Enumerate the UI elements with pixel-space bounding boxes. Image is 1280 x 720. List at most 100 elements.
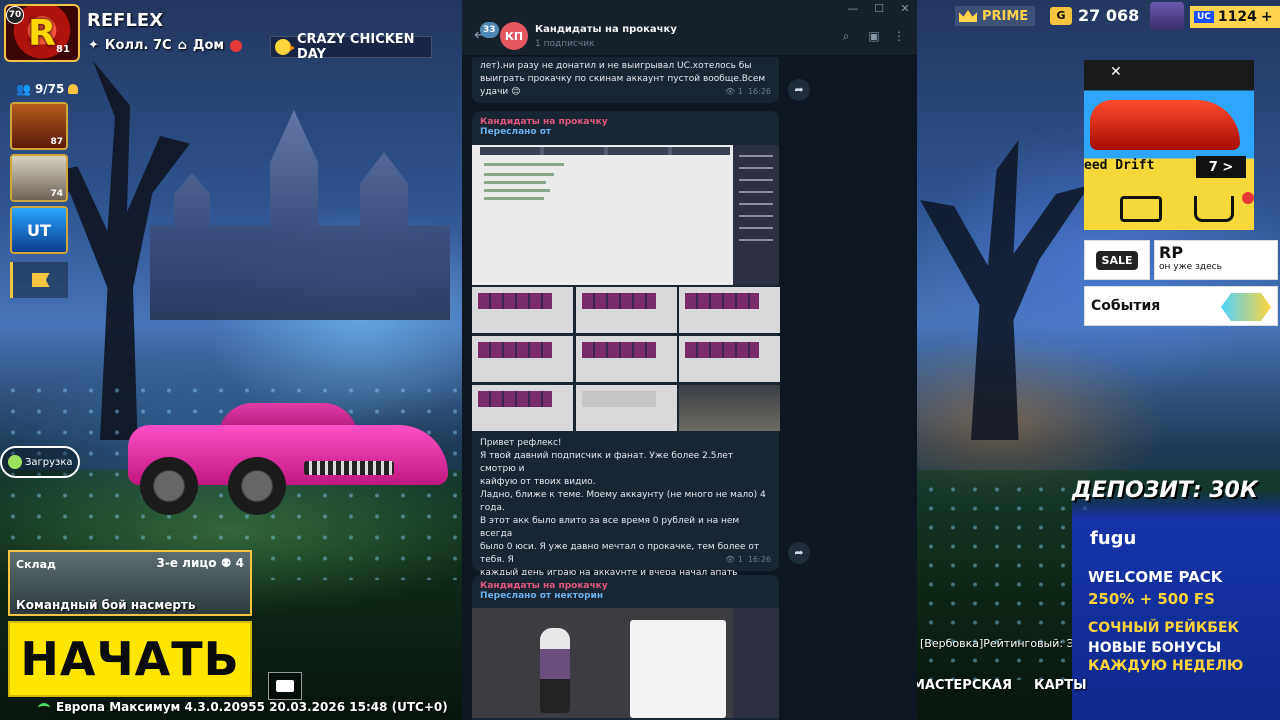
screenshot-sidebar [733,145,779,285]
minimize-icon[interactable]: — [846,2,860,16]
inventory-screenshot-6[interactable] [679,336,780,382]
avatar-letter: R [28,12,56,54]
start-button[interactable]: НАЧАТЬ [8,621,252,697]
events-tile[interactable]: События [1084,286,1278,326]
rp-subtitle: он уже здесь [1159,262,1222,272]
uc-currency[interactable]: UC 1124 + [1190,6,1280,28]
perspective-text: 3-е лицо [156,556,217,570]
close-window-icon[interactable]: ✕ [898,2,912,16]
avatar-rank: 81 [56,44,70,55]
uc-icon: UC [1194,11,1214,23]
attached-screenshot-main[interactable] [472,145,779,285]
add-uc-icon[interactable]: + [1261,9,1273,25]
ad-line-3: СОЧНЫЙ РЕЙКБЕК [1088,620,1239,636]
close-icon[interactable]: ✕ [1110,64,1122,80]
home-label[interactable]: Дом [193,38,224,53]
inventory-screenshot-3[interactable] [679,287,780,333]
attached-screenshot-profile[interactable] [472,608,779,718]
pink-sports-car[interactable] [128,395,448,515]
prime-label: PRIME [982,8,1029,24]
message-feed[interactable]: лет).ни разу не донатил и не выигрывал U… [462,57,917,720]
friends-counter[interactable]: 👥 9/75 [16,82,79,96]
sale-tile[interactable]: SALE [1084,240,1150,280]
red-car-image [1090,100,1240,150]
inventory-screenshot-7[interactable] [472,385,573,431]
friend-thumb-1-level: 87 [50,137,63,147]
rp-tile[interactable]: RP он уже здесь [1154,240,1278,280]
inventory-screenshot-2[interactable] [576,287,677,333]
inventory-screenshot-8[interactable] [576,385,677,431]
shop-cart-icon[interactable] [1194,196,1234,222]
friend-thumb-2-level: 74 [50,189,63,199]
message-3-author[interactable]: Кандидаты на прокачку [472,575,779,591]
message-3-forwarded[interactable]: Переслано от некторин [472,591,779,605]
player-name[interactable]: REFLEX [87,10,163,31]
ad-deposit: ДЕПОЗИТ: 30К [1072,478,1258,503]
attached-screenshot-grid [472,287,780,433]
friends-icon: 👥 [16,82,31,96]
folder-button[interactable] [268,672,302,700]
nav-maps[interactable]: КАРТЫ [1034,678,1087,693]
friend-thumb-1[interactable]: 87 [10,102,68,150]
gold-currency[interactable]: G 27 068 [1050,6,1139,25]
squad-size: 4 [235,556,244,570]
wifi-icon [38,703,50,713]
friend-thumb-2[interactable]: 74 [10,154,68,202]
promo-speed-drift[interactable]: ✕ eed Drift 7 > [1084,60,1254,230]
rp-title: RP [1159,243,1184,262]
character-model [540,628,570,713]
friend-thumb-3[interactable]: UT [10,206,68,254]
flag-button[interactable] [10,262,68,298]
screenshot-settings-panel [630,620,726,718]
channel-avatar[interactable]: КП [500,22,528,50]
level-badge: 70 [6,6,24,24]
more-icon[interactable]: ⋮ [892,29,906,43]
screen: R 70 81 REFLEX ✦ Колл. 7С ⌂ Дом CRAZY CH… [0,0,1280,720]
server-status-line: Европа Максимум 4.3.0.20955 20.03.2026 1… [56,700,448,714]
maximize-icon[interactable]: ☐ [872,2,886,16]
screenshot-line [484,181,546,184]
message-3[interactable]: Кандидаты на прокачку Переслано от некто… [472,575,779,720]
crate-icon[interactable] [1120,196,1162,222]
inventory-screenshot-4[interactable] [472,336,573,382]
folder-icon [276,680,294,692]
share-button[interactable]: ➦ [788,79,810,101]
message-1[interactable]: лет).ни разу не донатил и не выигрывал U… [472,57,779,103]
events-label: События [1091,298,1161,314]
message-2[interactable]: Кандидаты на прокачку Переслано от Приве… [472,111,780,643]
comments-icon[interactable]: ▣ [867,29,881,43]
message-2-time: 16:26 [747,555,771,564]
clan-name[interactable]: Колл. 7С [105,38,172,53]
share-button[interactable]: ➦ [788,542,810,564]
casino-ad-overlay: ДЕПОЗИТ: 30К fugu WELCOME PACK 250% + 50… [1072,470,1280,720]
message-1-time: 16:26 [747,87,771,96]
bell-icon [68,84,79,94]
search-icon[interactable]: ⌕ [839,29,853,43]
message-2-forwarded[interactable]: Переслано от [472,127,779,141]
gold-coin-icon: G [1050,6,1072,25]
event-banner[interactable]: CRAZY CHICKEN DAY [270,32,432,62]
message-2-views: 1 [737,555,743,564]
friends-count: 9/75 [34,82,65,96]
chat-header: ← 33 КП Кандидаты на прокачку 1 подписчи… [462,18,917,56]
channel-title[interactable]: Кандидаты на прокачку [535,24,677,35]
mode-name: Командный бой насмерть [16,598,196,612]
promo-page-indicator[interactable]: 7 > [1196,156,1246,178]
character-avatar[interactable] [1150,2,1184,30]
nav-workshop[interactable]: МАСТЕРСКАЯ [912,678,1012,693]
inventory-screenshot-5[interactable] [576,336,677,382]
message-2-author[interactable]: Кандидаты на прокачку [472,111,779,127]
channel-subscribers: 1 подписчик [535,39,595,49]
event-banner-label: CRAZY CHICKEN DAY [296,32,415,62]
character-screenshot[interactable] [679,385,780,431]
squad-icon: ⚉ [220,556,232,570]
window-titlebar: — ☐ ✕ [462,0,917,18]
prime-badge[interactable]: PRIME [955,6,1035,26]
inventory-screenshot-1[interactable] [472,287,573,333]
notification-dot [230,39,243,52]
mode-select-card[interactable]: Склад 3-е лицо ⚉ 4 Командный бой насмерт… [8,550,252,616]
ad-line-1: WELCOME PACK [1088,568,1223,586]
perspective-label: 3-е лицо ⚉ 4 [157,556,244,570]
message-1-views: 1 [737,87,743,96]
clan-icon: ✦ [88,38,99,53]
